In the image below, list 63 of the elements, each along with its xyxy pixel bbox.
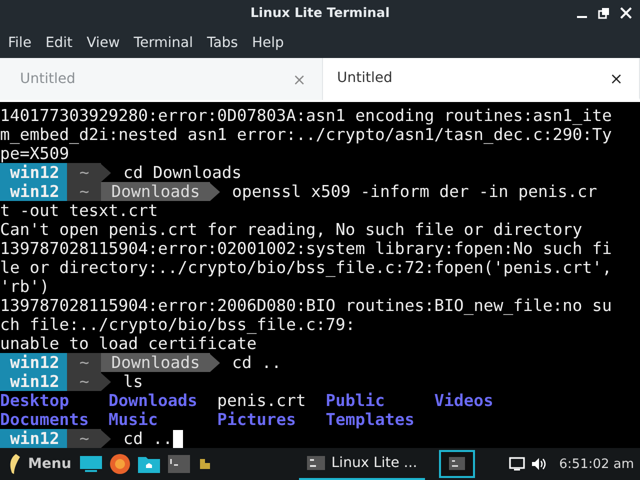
restore-icon[interactable] [598,7,610,19]
prompt-directory: Downloads [101,353,210,372]
menu-item[interactable]: File [8,34,32,50]
directory-name: Documents [0,410,90,429]
terminal-command: cd .. [123,429,173,448]
prompt-host: win12 [0,163,68,182]
terminal-output: 139787028115904:error:02001002:system library:fopen:No such fi [0,239,612,258]
directory-name: Templates [326,410,414,429]
menu-item[interactable]: View [86,34,120,50]
terminal-output: 'rb') [0,277,50,296]
prompt-arrow-icon [101,372,112,390]
prompt-host: win12 [0,429,68,448]
prompt-host: win12 [0,372,68,391]
terminal-command: openssl x509 -inform der -in penis.cr [232,182,598,201]
prompt-host: win12 [0,353,68,372]
terminal-output: 139787028115904:error:2006D080:BIO routines:BIO_new_file:no su [0,296,612,315]
terminal-command: cd .. [232,353,282,372]
volume-icon[interactable] [531,457,548,471]
menu-item[interactable]: Tabs [206,34,238,50]
tab[interactable]: Untitled × [323,58,640,100]
terminal-command: cd Downloads [123,163,242,182]
window-title: Linux Lite Terminal [250,6,390,21]
prompt-home: ~ [67,429,102,448]
browser-icon[interactable] [109,453,132,475]
directory-name: Pictures [217,410,298,429]
close-tab-button[interactable]: × [610,68,623,88]
prompt-home: ~ [67,353,102,372]
prompt-arrow-icon [210,182,220,200]
terminal-output: t -out tesxt.crt [0,201,158,220]
terminal-output: pe=X509 [0,144,70,163]
directory-name: Public [326,391,386,410]
terminal-icon [307,456,326,470]
directory-name: Music [108,410,159,429]
prompt-arrow-icon [210,354,220,372]
terminal-output: le or directory:../crypto/bio/bss_file.c:72:fopen('penis.crt', [0,258,612,277]
taskbar-window-button[interactable]: Linux Lite ... [299,448,426,480]
prompt-directory: Downloads [101,182,210,201]
file-name: penis.crt [217,391,307,410]
feather-icon[interactable] [8,453,22,475]
menu-item[interactable]: Help [252,34,284,50]
monitor-icon[interactable] [79,454,104,474]
directory-name: Downloads [108,391,198,410]
menu-button[interactable]: Menu [28,456,72,472]
workspace-switcher-icon[interactable] [439,450,476,478]
prompt-home: ~ [67,182,102,201]
clock[interactable]: 6:51:02 am [559,456,634,472]
menu-item[interactable]: Edit [45,34,73,50]
terminal-command: ls [123,372,143,391]
terminal-output: unable to load certificate [0,334,257,353]
display-icon[interactable] [509,457,526,471]
directory-name: Videos [434,391,494,410]
directory-name: Desktop [0,391,70,410]
terminal-output: m_embed_d2i:nested asn1 error:../crypto/asn1/tasn_dec.c:290:Ty [0,125,612,144]
menu-item[interactable]: Terminal [134,34,193,50]
folder-icon[interactable] [137,454,162,474]
close-icon[interactable] [620,7,632,19]
terminal-output: ch file:../crypto/bio/bss_file.c:79: [0,315,356,334]
terminal-output: 140177303929280:error:0D07803A:asn1 encoding routines:asn1_ite [0,106,612,125]
prompt-home: ~ [67,372,102,391]
prompt-host: win12 [0,182,68,201]
terminal-icon[interactable] [167,454,192,474]
terminal-output: Can't open penis.crt for reading, No such file or directory [0,220,582,239]
prompt-home: ~ [67,163,102,182]
